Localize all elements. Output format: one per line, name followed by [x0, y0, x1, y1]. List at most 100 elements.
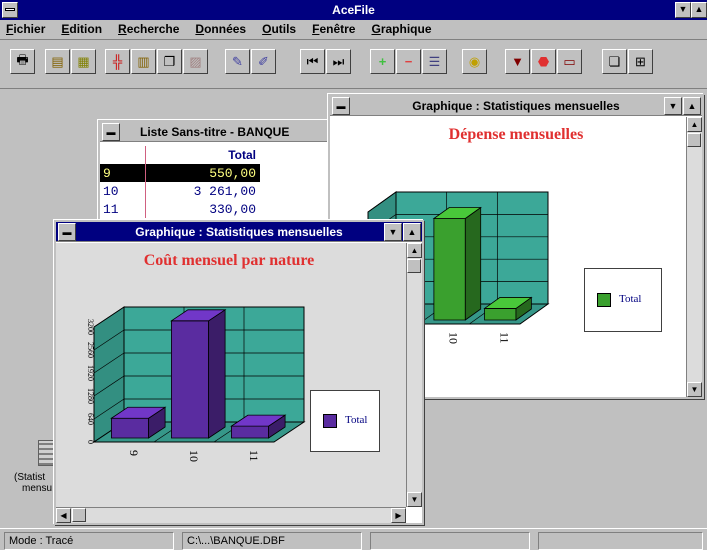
chart-window-depenses-title-bar: ▬ Graphique : Statistiques mensuelles ▼ …	[330, 96, 702, 116]
remove-button[interactable]: −	[396, 49, 421, 74]
pin-icon: ▼	[511, 54, 524, 69]
tool-button[interactable]: ✎	[225, 49, 250, 74]
scroll-left-button[interactable]: ◀	[56, 508, 71, 523]
tool2-button[interactable]: ✐	[251, 49, 276, 74]
row-number: 10	[100, 182, 146, 200]
scroll-right-button[interactable]: ▶	[391, 508, 406, 523]
pin-button[interactable]: ▼	[505, 49, 530, 74]
category-label: 9	[127, 450, 141, 456]
add-icon: +	[378, 54, 387, 69]
scroll-thumb[interactable]	[407, 259, 421, 273]
chart-icon: ◉	[468, 53, 481, 69]
legend-label: Total	[619, 293, 642, 305]
list-window-menu-button[interactable]: ▬	[102, 123, 120, 141]
list-table: Total 9 550,00 10 3 261,00 11 330,00	[100, 146, 260, 218]
open-button[interactable]: ▤	[45, 49, 70, 74]
stop-button[interactable]: ⬣	[531, 49, 556, 74]
chart-button[interactable]: ◉	[462, 49, 487, 74]
legend-swatch	[597, 293, 611, 307]
menu-edition[interactable]: Edition	[55, 20, 112, 36]
legend-swatch	[323, 414, 337, 428]
grid-button[interactable]: ╬	[105, 49, 130, 74]
print-button[interactable]: 🖶	[10, 49, 35, 74]
next-record-button[interactable]: ⏭	[326, 49, 351, 74]
menu-fenetre[interactable]: Fenêtre	[306, 20, 365, 36]
scroll-up-button[interactable]: ▲	[687, 117, 702, 132]
status-field-4	[538, 532, 703, 550]
chart-window-cout-title: Graphique : Statistiques mensuelles	[135, 225, 343, 239]
tile-button[interactable]: ⊞	[628, 49, 653, 74]
folder-button[interactable]: ▥	[131, 49, 156, 74]
chart-cout-vscroll[interactable]: ▲ ▼	[406, 243, 422, 507]
scroll-up-icon: ▲	[410, 246, 419, 255]
menu-donnees[interactable]: Données	[189, 20, 256, 36]
minimize-icon: ▼	[678, 4, 688, 14]
table-row[interactable]: 9 550,00	[100, 164, 260, 182]
table-row[interactable]: 11 330,00	[100, 200, 260, 218]
chart-window-depenses-maximize[interactable]: ▲	[683, 97, 701, 115]
maximize-button[interactable]: ▲	[691, 2, 707, 18]
minimize-button[interactable]: ▼	[675, 2, 691, 18]
status-mode: Mode : Tracé	[4, 532, 174, 550]
table-row[interactable]: 10 3 261,00	[100, 182, 260, 200]
chart-window-depenses-title: Graphique : Statistiques mensuelles	[412, 99, 620, 113]
chart-window-depenses-minimize[interactable]: ▼	[664, 97, 682, 115]
scroll-down-icon: ▼	[410, 495, 419, 504]
chart-window-depenses-menu-button[interactable]: ▬	[332, 97, 350, 115]
system-menu-button[interactable]	[2, 2, 18, 18]
minimize-icon: ▼	[388, 227, 398, 237]
edit-button[interactable]: ☰	[422, 49, 447, 74]
first-record-button[interactable]: ⏮	[300, 49, 325, 74]
scroll-right-icon: ▶	[395, 511, 402, 520]
bar	[433, 218, 466, 321]
menu-graphique[interactable]: Graphique	[365, 20, 441, 36]
list-window-title: Liste Sans-titre - BANQUE	[140, 125, 290, 139]
status-bar: Mode : Tracé C:\...\BANQUE.DBF	[0, 528, 707, 550]
y-tick-label: 3200	[86, 319, 95, 335]
cascade-button[interactable]: ❏	[602, 49, 627, 74]
menu-bar: Fichier Edition Recherche Données Outils Fenê…	[0, 20, 707, 40]
chart-depenses-vscroll[interactable]: ▲ ▼	[686, 117, 702, 397]
scroll-down-button[interactable]: ▼	[687, 382, 702, 397]
chart-window-cout: ▬ Graphique : Statistiques mensuelles ▼ …	[54, 220, 424, 525]
list-window-title-bar: ▬ Liste Sans-titre - BANQUE	[100, 122, 356, 142]
chart-window-cout-maximize[interactable]: ▲	[403, 223, 421, 241]
menu-outils[interactable]: Outils	[256, 20, 306, 36]
copy-button[interactable]: ❐	[157, 49, 182, 74]
chart-window-cout-minimize[interactable]: ▼	[384, 223, 402, 241]
y-tick-label: 1280	[86, 388, 95, 404]
y-tick-label: 640	[86, 413, 95, 425]
stop-icon: ⬣	[537, 53, 550, 69]
print-icon: 🖶	[16, 51, 29, 67]
save-button[interactable]: ▦	[71, 49, 96, 74]
table-header-row: Total	[100, 146, 260, 164]
chart-cout-hscroll[interactable]: ◀ ▶	[56, 507, 406, 523]
tool2-icon: ✐	[258, 53, 269, 69]
scroll-down-button[interactable]: ▼	[407, 492, 422, 507]
category-label: 10	[447, 332, 461, 344]
row-value: 550,00	[209, 165, 256, 181]
maximize-icon: ▲	[694, 4, 704, 14]
category-label: 10	[187, 450, 201, 462]
remove-icon: −	[404, 54, 413, 69]
menu-recherche[interactable]: Recherche	[112, 20, 189, 36]
copy-icon: ❐	[163, 53, 176, 69]
legend-label: Total	[345, 414, 368, 426]
scroll-thumb[interactable]	[687, 133, 701, 147]
bar-side	[464, 206, 482, 321]
chart-window-cout-menu-button[interactable]: ▬	[58, 223, 76, 241]
paste-button[interactable]: ▨	[183, 49, 208, 74]
label-button[interactable]: ▭	[557, 49, 582, 74]
legend-depenses: Total	[584, 268, 662, 332]
scroll-up-button[interactable]: ▲	[407, 243, 422, 258]
menu-fichier[interactable]: Fichier	[0, 20, 55, 36]
category-label: 11	[247, 450, 261, 462]
system-menu-icon	[5, 8, 15, 11]
grid-icon: ╬	[112, 54, 123, 69]
folder-icon: ▥	[137, 53, 150, 69]
bar	[230, 425, 270, 439]
add-button[interactable]: +	[370, 49, 395, 74]
scroll-thumb[interactable]	[72, 508, 86, 522]
toolbar: 🖶 ▤ ▦ ╬ ▥ ❐ ▨ ✎ ✐ ⏮ ⏭ + − ☰ ◉ ▼ ⬣ ▭ ❏ ⊞	[0, 41, 707, 89]
status-file: C:\...\BANQUE.DBF	[182, 532, 362, 550]
